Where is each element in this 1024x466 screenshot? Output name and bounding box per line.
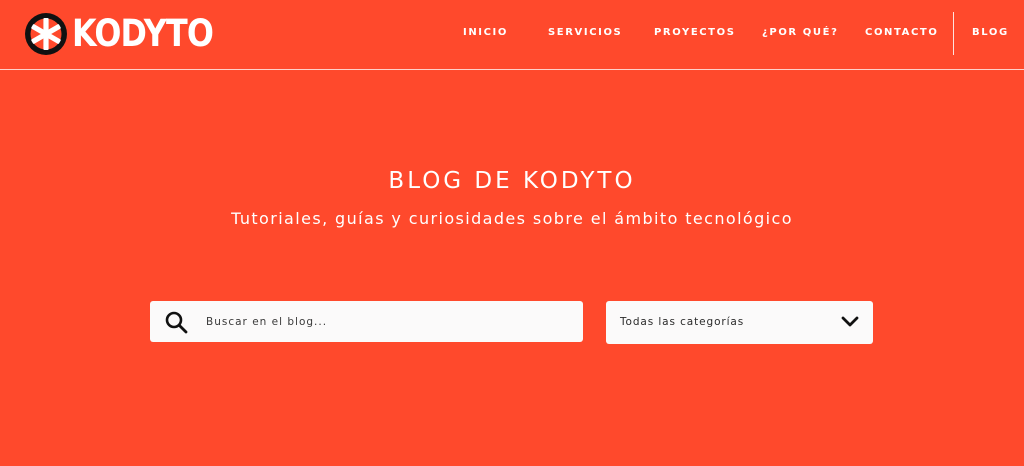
asterisk-logo-icon — [25, 13, 67, 55]
category-select-value: Todas las categorías — [620, 316, 745, 328]
category-select[interactable]: Todas las categorías — [606, 301, 873, 344]
site-logo[interactable]: KODYTO — [24, 12, 236, 56]
search-input[interactable] — [206, 301, 566, 342]
nav-item-inicio[interactable]: INICIO — [463, 26, 508, 40]
brand-name: KODYTO — [72, 12, 214, 55]
nav-item-servicios[interactable]: SERVICIOS — [548, 26, 622, 40]
nav-item-contacto[interactable]: CONTACTO — [865, 26, 938, 40]
nav-item-proyectos[interactable]: PROYECTOS — [654, 26, 736, 40]
page-subtitle: Tutoriales, guías y curiosidades sobre e… — [231, 209, 793, 228]
nav-item-por-que[interactable]: ¿POR QUÉ? — [762, 26, 838, 40]
search-bar[interactable] — [150, 301, 583, 342]
page-title: BLOG DE KODYTO — [388, 168, 636, 194]
nav-divider — [953, 12, 954, 55]
search-icon — [165, 311, 188, 334]
chevron-down-icon — [841, 316, 859, 327]
nav-item-blog[interactable]: BLOG — [972, 26, 1009, 40]
site-header: KODYTO INICIO SERVICIOS PROYECTOS ¿POR Q… — [0, 0, 1024, 70]
